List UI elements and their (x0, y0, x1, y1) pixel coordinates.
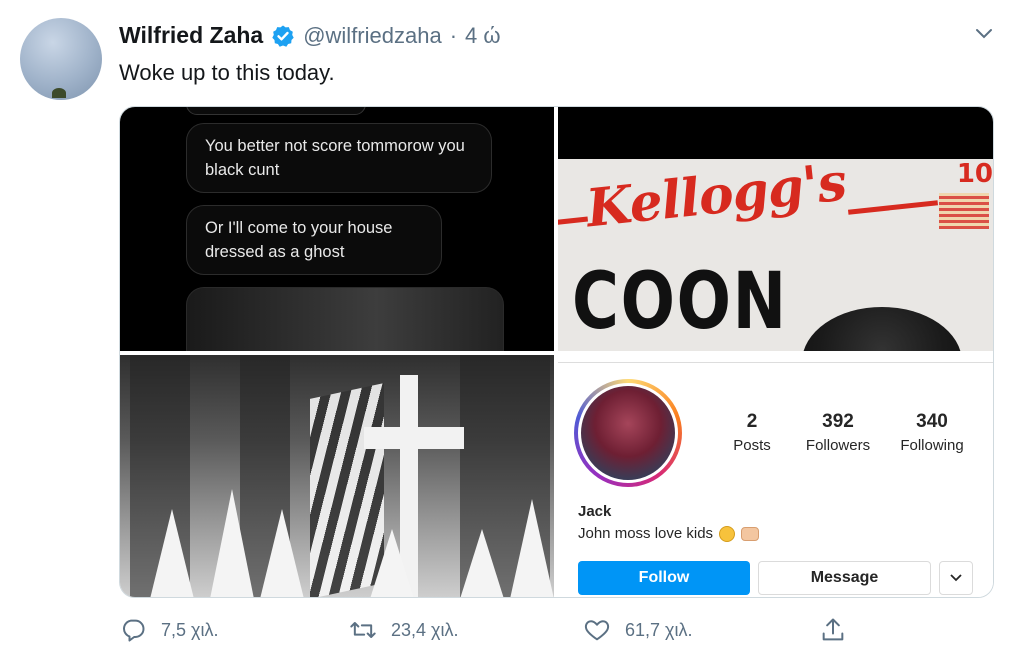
profile-bio-text: John moss love kids (578, 525, 714, 542)
media-cereal-box[interactable]: Kellogg's 10 COON (558, 107, 993, 351)
tweet-actions: 7,5 χιλ. 23,4 χιλ. 61,7 χιλ. (119, 616, 859, 652)
hood-figure (510, 499, 554, 597)
hood-figure (260, 509, 304, 597)
media-instagram-profile[interactable]: 2 Posts 392 Followers 340 Following Jack… (558, 355, 993, 597)
tweet-text: Woke up to this today. (119, 60, 335, 85)
share-icon (822, 618, 844, 641)
posts-count: 2 (746, 411, 758, 432)
profile-username-cropped (558, 355, 993, 363)
posts-stat: 2 Posts (722, 411, 782, 454)
following-count: 340 (916, 411, 948, 432)
like-count: 61,7 χιλ. (625, 619, 693, 640)
profile-name: Jack (578, 503, 612, 520)
message-bubble: You better not score tommorow you black … (186, 123, 492, 193)
chevron-down-icon (950, 574, 962, 582)
message-bubble: Or I'll come to your house dressed as a … (186, 205, 442, 275)
following-stat: 340 Following (892, 411, 972, 454)
like-action[interactable]: 61,7 χιλ. (583, 616, 692, 644)
media-kkk-photo[interactable] (120, 355, 554, 597)
separator-dot: · (449, 22, 458, 48)
heart-icon (584, 620, 610, 641)
chevron-down-icon[interactable] (974, 26, 994, 42)
followers-stat: 392 Followers (798, 411, 878, 454)
cereal-box-text: COON (572, 257, 788, 347)
box-badge-pattern (939, 193, 989, 229)
profile-bio: John moss love kids (578, 525, 760, 542)
logo-underline (847, 200, 939, 215)
message-bubble-partial (186, 107, 366, 115)
author-avatar[interactable] (20, 18, 102, 100)
retweet-count: 23,4 χιλ. (391, 619, 459, 640)
blurred-message (186, 287, 504, 351)
hood-figure (150, 509, 194, 597)
author-name[interactable]: Wilfried Zaha (119, 22, 263, 49)
smiling-face-emoji-icon (719, 525, 736, 542)
reply-count: 7,5 χιλ. (161, 619, 219, 640)
share-action[interactable] (819, 616, 847, 644)
box-badge-number: 10 (956, 159, 993, 189)
posts-label: Posts (733, 437, 771, 454)
cross-beam (364, 427, 464, 449)
retweet-action[interactable]: 23,4 χιλ. (349, 616, 458, 644)
hood-figure (210, 489, 254, 597)
follow-button: Follow (578, 561, 750, 595)
followers-label: Followers (805, 437, 871, 454)
reply-icon (123, 619, 145, 642)
verified-badge-icon (272, 25, 294, 47)
kellogg-logo: Kellogg's (583, 151, 849, 240)
tweet-timestamp[interactable]: 4 ώ (465, 23, 501, 49)
media-grid[interactable]: You better not score tommorow you black … (119, 106, 994, 598)
reply-action[interactable]: 7,5 χιλ. (119, 616, 218, 644)
retweet-icon (350, 622, 376, 638)
media-dm-screenshot[interactable]: You better not score tommorow you black … (120, 107, 554, 351)
more-options-button (939, 561, 973, 595)
following-label: Following (900, 437, 964, 454)
cartoon-head (802, 307, 962, 351)
hand-emoji-icon (741, 526, 760, 541)
followers-count: 392 (822, 411, 854, 432)
hood-figure (460, 529, 504, 597)
author-handle[interactable]: @wilfriedzaha (303, 23, 442, 49)
hood-figure (370, 529, 414, 597)
tweet-header: Wilfried Zaha @wilfriedzaha · 4 ώ (119, 22, 501, 49)
profile-avatar (574, 379, 682, 487)
message-button: Message (758, 561, 931, 595)
cereal-box-image: Kellogg's 10 COON (558, 152, 993, 351)
